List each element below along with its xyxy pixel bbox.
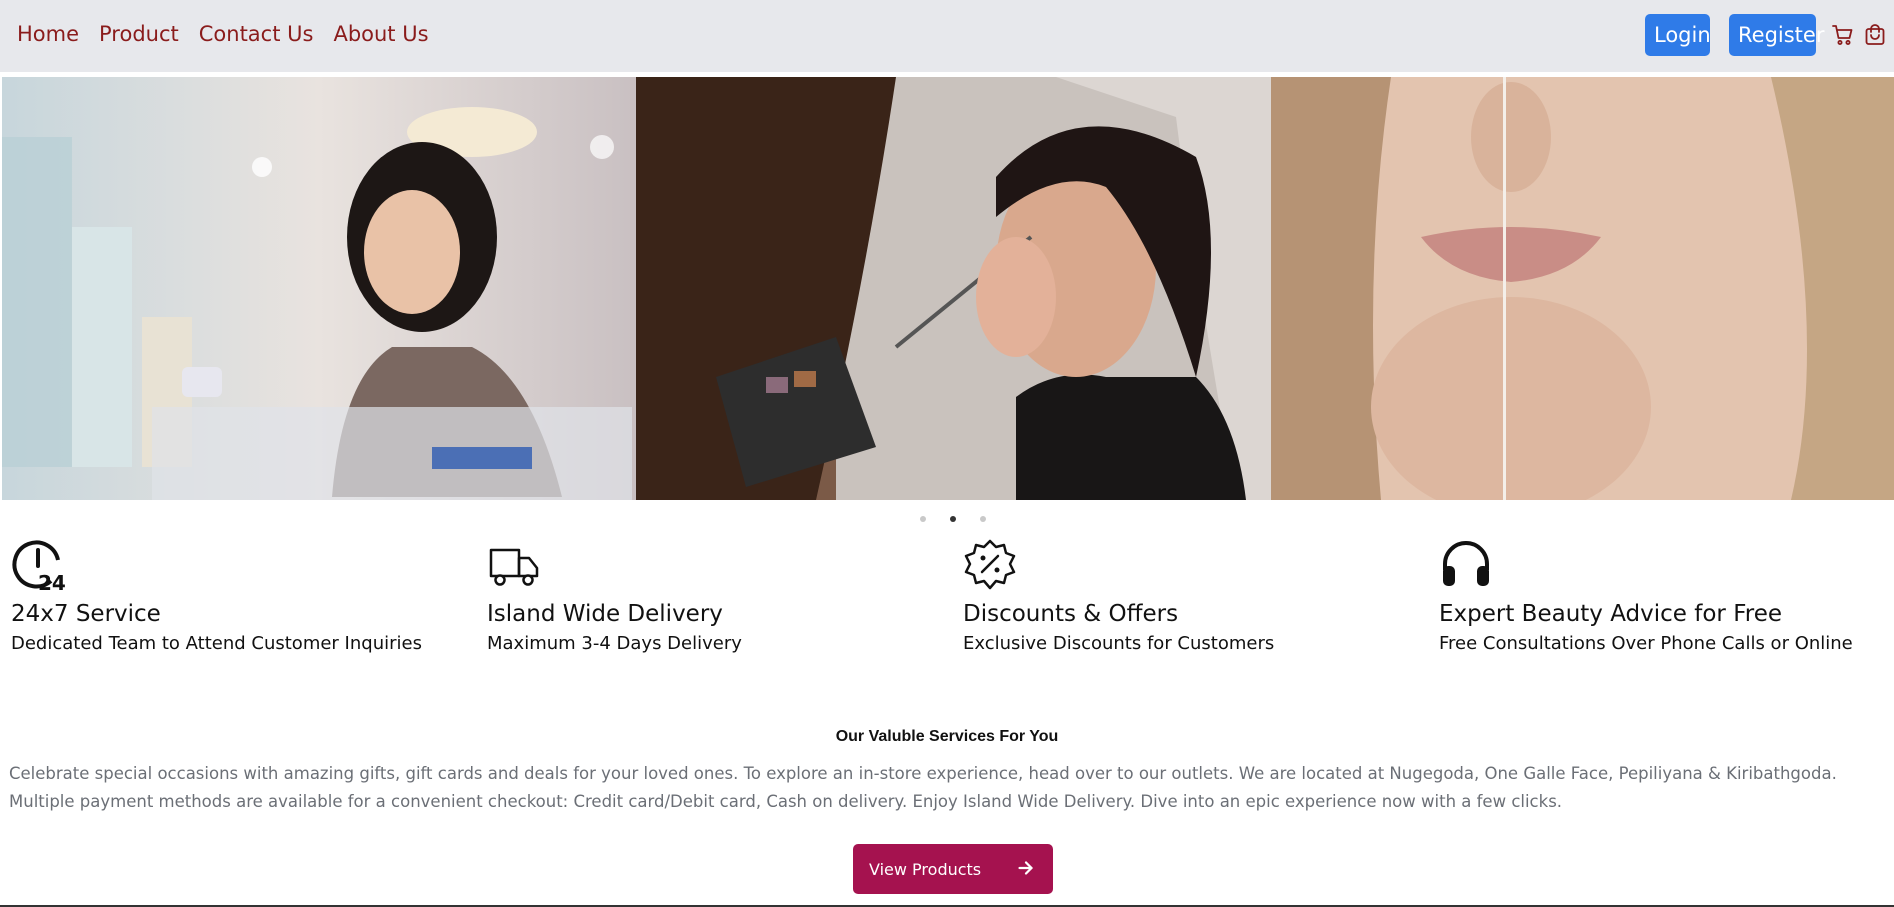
discount-badge-icon <box>964 539 1016 590</box>
view-products-label: View Products <box>869 859 982 879</box>
register-button[interactable]: Register <box>1729 14 1824 56</box>
feature-title: Expert Beauty Advice for Free <box>1439 601 1783 627</box>
carousel-slide-skin-comparison <box>1271 77 1894 500</box>
feature-title: Discounts & Offers <box>963 601 1179 627</box>
feature-subtitle: Exclusive Discounts for Customers <box>963 633 1275 654</box>
login-button[interactable]: Login <box>1645 14 1711 56</box>
feature-island-wide-delivery: Island Wide Delivery Maximum 3-4 Days De… <box>487 538 957 654</box>
services-description: Celebrate special occasions with amazing… <box>9 764 1837 811</box>
24-hour-clock-icon: 24 <box>12 540 66 595</box>
carousel-indicators <box>920 516 986 522</box>
nav-product-link[interactable]: Product <box>99 22 179 46</box>
feature-title: Island Wide Delivery <box>487 601 723 627</box>
nav-links: Home Product Contact Us About Us <box>17 22 429 46</box>
delivery-truck-icon <box>489 548 539 586</box>
view-products-button[interactable]: View Products <box>853 844 1053 894</box>
feature-subtitle: Free Consultations Over Phone Calls or O… <box>1439 633 1853 654</box>
feature-expert-beauty-advice: Expert Beauty Advice for Free Free Consu… <box>1439 538 1894 654</box>
carousel-slide-cosmetics-shopper <box>2 77 636 500</box>
nav-contact-link[interactable]: Contact Us <box>199 22 314 46</box>
top-navbar: Home Product Contact Us About Us Login R… <box>0 0 1894 72</box>
carousel-slide-makeup-application <box>636 77 1271 500</box>
carousel-dot-1[interactable] <box>920 516 926 522</box>
feature-subtitle: Maximum 3-4 Days Delivery <box>487 633 742 654</box>
feature-title: 24x7 Service <box>11 601 161 627</box>
svg-text:24: 24 <box>38 571 65 592</box>
feature-24x7-service: 24 24x7 Service Dedicated Team to Attend… <box>11 538 481 654</box>
carousel-dot-3[interactable] <box>980 516 986 522</box>
hero-carousel[interactable] <box>2 77 1894 500</box>
nav-about-link[interactable]: About Us <box>333 22 428 46</box>
carousel-dot-2[interactable] <box>950 516 956 522</box>
arrow-right-icon <box>1018 861 1033 875</box>
feature-discounts-offers: Discounts & Offers Exclusive Discounts f… <box>963 538 1433 654</box>
nav-home-link[interactable]: Home <box>17 22 79 46</box>
cart-icon[interactable] <box>1830 22 1856 48</box>
feature-subtitle: Dedicated Team to Attend Customer Inquir… <box>11 633 422 654</box>
services-title: Our Valuble Services For You <box>835 728 1059 745</box>
nav-actions: Login Register <box>1645 14 1894 56</box>
shopping-bag-icon[interactable] <box>1862 22 1888 48</box>
features-row: 24 24x7 Service Dedicated Team to Attend… <box>0 538 1894 658</box>
headphones-icon <box>1443 541 1489 586</box>
